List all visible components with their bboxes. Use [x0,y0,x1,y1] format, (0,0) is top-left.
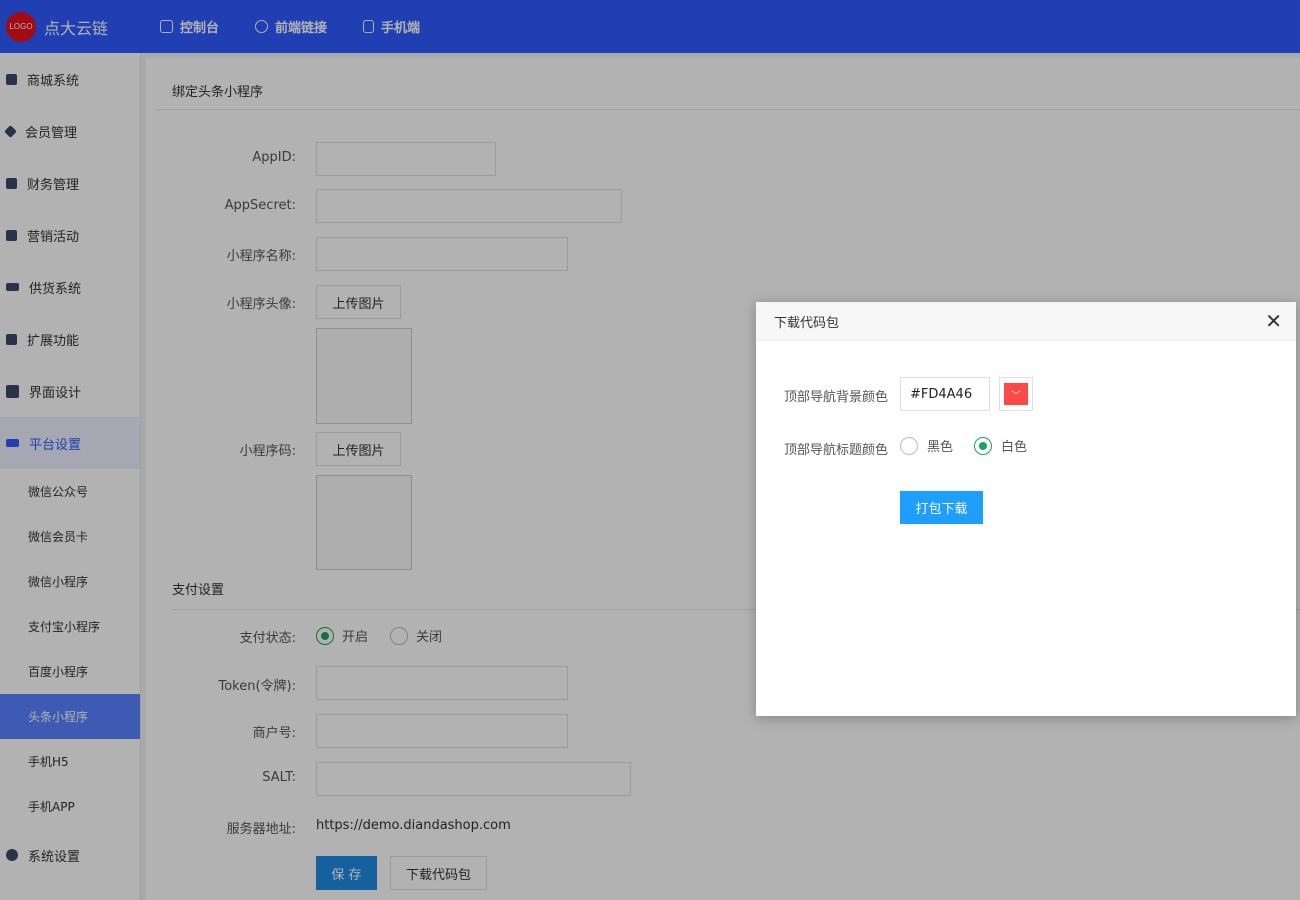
radio-dot [900,436,918,455]
modal-header: 下载代码包 ✕ [756,302,1296,341]
title-color-white-radio[interactable]: 白色 [974,436,1027,455]
color-picker-button[interactable]: ﹀ [999,377,1033,411]
option-black-label: 黑色 [927,440,954,455]
modal-title: 下载代码包 [774,315,840,331]
chevron-down-icon: ﹀ [1004,383,1028,405]
close-icon[interactable]: ✕ [1265,311,1282,331]
bg-color-input[interactable]: #FD4A46 [900,377,990,411]
radio-dot [974,436,992,455]
bg-color-label: 顶部导航背景颜色 [783,390,888,405]
title-color-label: 顶部导航标题颜色 [783,443,888,458]
download-modal: 下载代码包 ✕ 顶部导航背景颜色 #FD4A46 ﹀ 顶部导航标题颜色 黑色 白… [756,302,1296,716]
package-download-button[interactable]: 打包下载 [900,491,983,524]
option-white-label: 白色 [1001,440,1028,455]
title-color-black-radio[interactable]: 黑色 [900,436,953,455]
